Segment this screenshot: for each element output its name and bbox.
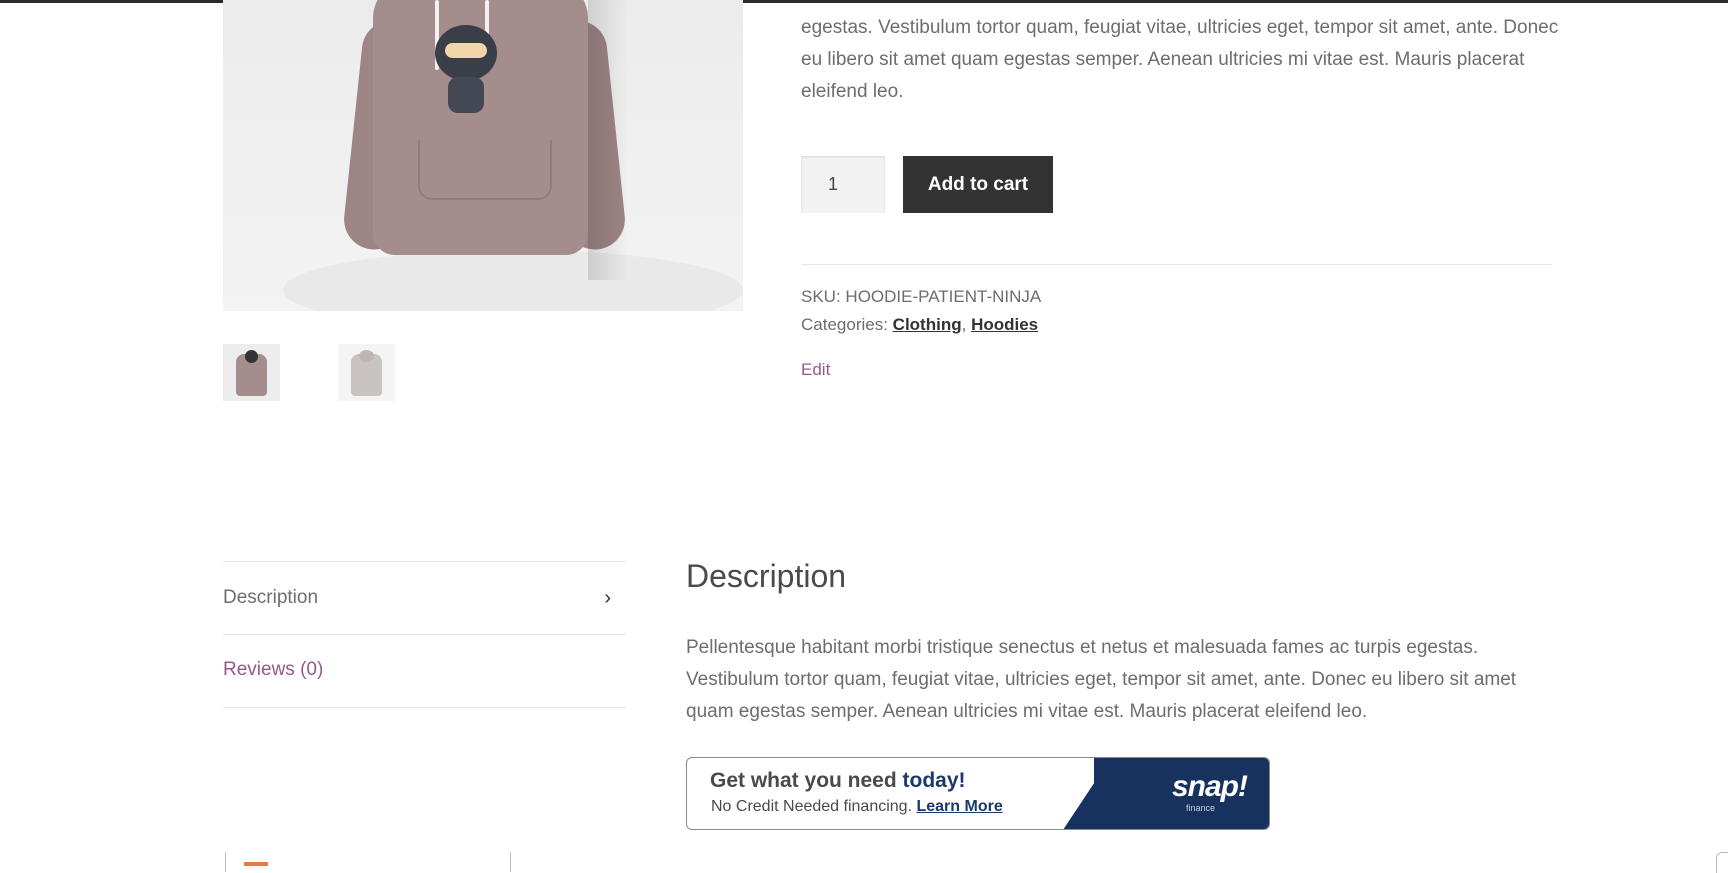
gallery-thumbnail-1[interactable] xyxy=(223,344,280,401)
hoodie-shadow xyxy=(588,0,628,280)
tab-description[interactable]: Description › xyxy=(223,563,626,633)
sku-value: HOODIE-PATIENT-NINJA xyxy=(845,287,1042,306)
ninja-graphic-eyes xyxy=(445,43,487,58)
description-panel-text: Pellentesque habitant morbi tristique se… xyxy=(686,637,1517,722)
category-separator: , xyxy=(961,315,967,334)
tab-reviews-label: Reviews (0) xyxy=(223,659,324,680)
snap-subtext: No Credit Needed financing. Learn More xyxy=(711,798,1003,816)
snap-logo: snap! xyxy=(1171,770,1248,803)
hoodie-pocket xyxy=(418,140,552,200)
description-panel-title: Description xyxy=(686,558,847,594)
product-main-image[interactable] xyxy=(223,0,743,311)
add-to-cart-button[interactable]: Add to cart xyxy=(903,156,1053,213)
image-floor-shadow xyxy=(283,250,743,311)
meta-divider xyxy=(801,264,1552,265)
bottom-section-icon xyxy=(244,862,268,866)
product-categories: Categories: Clothing, Hoodies xyxy=(801,315,1038,335)
categories-label: Categories: xyxy=(801,315,888,334)
snap-logo-subtext: finance xyxy=(1185,803,1215,813)
snap-headline-prefix: Get what you need xyxy=(710,769,903,792)
thumbnail-ninja-shape xyxy=(245,350,258,363)
tab-reviews[interactable]: Reviews (0) xyxy=(223,635,626,705)
product-sku: SKU: HOODIE-PATIENT-NINJA xyxy=(801,287,1041,307)
tab-divider xyxy=(223,561,626,562)
sku-label: SKU: xyxy=(801,287,841,306)
ninja-graphic-body xyxy=(448,77,484,113)
edit-link[interactable]: Edit xyxy=(801,360,830,380)
snap-finance-banner[interactable]: Get what you need today! No Credit Neede… xyxy=(686,757,1270,830)
snap-headline-highlight: today! xyxy=(902,769,966,792)
tab-description-label: Description xyxy=(223,587,319,608)
tab-divider xyxy=(223,707,626,708)
bottom-right-widget-edge xyxy=(1716,852,1728,873)
snap-learn-more-link[interactable]: Learn More xyxy=(916,798,1002,815)
chevron-right-icon: › xyxy=(604,587,611,609)
category-link-hoodies[interactable]: Hoodies xyxy=(971,315,1038,334)
snap-subtext-label: No Credit Needed financing. xyxy=(711,798,913,815)
thumbnail-hood-shape xyxy=(359,350,374,362)
product-short-description: egestas. Vestibulum tortor quam, feugiat… xyxy=(801,17,1559,102)
snap-headline: Get what you need today! xyxy=(710,769,966,793)
category-link-clothing[interactable]: Clothing xyxy=(893,315,962,334)
gallery-thumbnail-2[interactable] xyxy=(338,344,395,401)
quantity-input[interactable] xyxy=(801,156,885,213)
